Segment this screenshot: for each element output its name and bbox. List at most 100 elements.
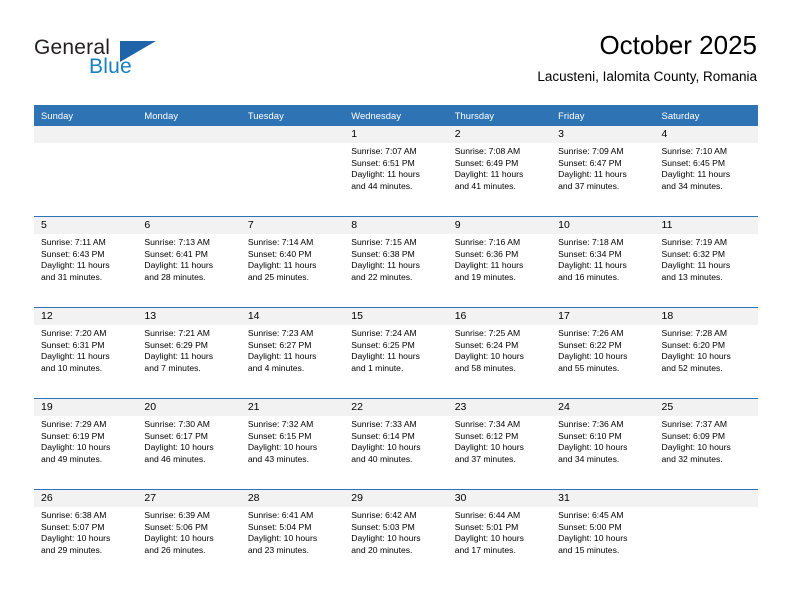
sunrise-time: Sunrise: 7:18 AM — [558, 237, 624, 247]
day-details: Sunrise: 7:33 AM Sunset: 6:14 PM Daylight:… — [344, 416, 447, 465]
day-number — [654, 490, 758, 507]
sunrise-time: Sunrise: 7:21 AM — [144, 328, 210, 338]
calendar-day-cell[interactable]: 22 Sunrise: 7:33 AM Sunset: 6:14 PM Dayligh… — [344, 398, 448, 490]
sunrise-time: Sunrise: 7:08 AM — [454, 146, 521, 156]
sunrise-time: Sunrise: 7:11 AM — [41, 237, 106, 247]
sunset-time: Sunset: 6:24 PM — [454, 339, 519, 350]
weekday-header-tuesday: Tuesday — [240, 105, 345, 126]
day-number — [240, 126, 345, 143]
calendar-day-cell[interactable]: 26 Sunrise: 6:38 AM Sunset: 5:07 PM Dayligh… — [34, 489, 138, 580]
logo-text-blue: Blue — [89, 55, 132, 78]
weekday-header-wednesday: Wednesday — [344, 105, 448, 126]
calendar-day-cell[interactable]: 27 Sunrise: 6:39 AM Sunset: 5:06 PM Dayligh… — [137, 489, 241, 580]
calendar-day-cell[interactable]: 23 Sunrise: 7:34 AM Sunset: 6:12 PM Dayligh… — [447, 398, 552, 490]
daylight-duration-line1: Daylight: 11 hours — [351, 169, 420, 180]
calendar-day-cell[interactable]: 18 Sunrise: 7:28 AM Sunset: 6:20 PM Dayligh… — [654, 307, 758, 399]
daylight-duration-line1: Daylight: 10 hours — [41, 442, 111, 453]
calendar-day-cell[interactable]: 3 Sunrise: 7:09 AM Sunset: 6:47 PM Daylight… — [551, 126, 655, 217]
daylight-duration-line1: Daylight: 11 hours — [351, 351, 420, 362]
daylight-duration-line2: and 20 minutes. — [351, 544, 413, 555]
day-details: Sunrise: 7:16 AM Sunset: 6:36 PM Daylight:… — [448, 234, 551, 283]
calendar-day-cell[interactable]: 9 Sunrise: 7:16 AM Sunset: 6:36 PM Daylight… — [447, 216, 552, 308]
daylight-duration-line2: and 41 minutes. — [454, 180, 516, 191]
daylight-duration-line2: and 1 minute. — [351, 362, 404, 373]
calendar-day-cell[interactable] — [34, 126, 138, 217]
calendar-day-cell[interactable] — [137, 126, 241, 217]
calendar-day-cell[interactable]: 2 Sunrise: 7:08 AM Sunset: 6:49 PM Daylight… — [447, 126, 552, 217]
day-cell: 15 Sunrise: 7:24 AM Sunset: 6:25 PM Dayligh… — [344, 308, 448, 398]
sunrise-time: Sunrise: 6:38 AM — [41, 510, 107, 520]
daylight-duration-line1: Daylight: 11 hours — [247, 351, 317, 362]
calendar-day-cell[interactable]: 21 Sunrise: 7:32 AM Sunset: 6:15 PM Dayligh… — [240, 398, 345, 490]
sunrise-time: Sunrise: 6:44 AM — [454, 510, 521, 520]
calendar-day-cell[interactable]: 8 Sunrise: 7:15 AM Sunset: 6:38 PM Daylight… — [344, 216, 448, 308]
day-number — [137, 126, 241, 143]
title-block: October 2025 Lacusteni, Ialomita County,… — [537, 30, 757, 85]
daylight-duration-line1: Daylight: 11 hours — [454, 169, 524, 180]
daylight-duration-line2: and 32 minutes. — [661, 453, 723, 464]
day-details: Sunrise: 7:36 AM Sunset: 6:10 PM Daylight:… — [551, 416, 654, 465]
day-details: Sunrise: 7:32 AM Sunset: 6:15 PM Daylight:… — [241, 416, 344, 465]
day-details: Sunrise: 6:45 AM Sunset: 5:00 PM Daylight:… — [551, 507, 654, 556]
calendar-week-row: 12 Sunrise: 7:20 AM Sunset: 6:31 PM Dayligh… — [34, 307, 758, 399]
sunset-time: Sunset: 5:06 PM — [144, 521, 208, 532]
calendar-day-cell[interactable] — [240, 126, 345, 217]
day-number: 8 — [344, 217, 448, 234]
sunrise-time: Sunrise: 7:29 AM — [41, 419, 107, 429]
day-number: 23 — [447, 399, 552, 416]
calendar-day-cell[interactable]: 13 Sunrise: 7:21 AM Sunset: 6:29 PM Dayligh… — [137, 307, 241, 399]
day-number: 4 — [654, 126, 758, 143]
weekday-header-friday: Friday — [551, 105, 655, 126]
calendar-day-cell[interactable]: 19 Sunrise: 7:29 AM Sunset: 6:19 PM Dayligh… — [34, 398, 138, 490]
sunset-time: Sunset: 6:15 PM — [247, 430, 312, 441]
daylight-duration-line2: and 17 minutes. — [454, 544, 516, 555]
sunrise-time: Sunrise: 7:33 AM — [351, 419, 417, 429]
day-number: 19 — [34, 399, 138, 416]
calendar-day-cell[interactable]: 28 Sunrise: 6:41 AM Sunset: 5:04 PM Dayligh… — [240, 489, 345, 580]
daylight-duration-line2: and 13 minutes. — [661, 271, 723, 282]
daylight-duration-line1: Daylight: 10 hours — [351, 533, 421, 544]
day-cell: 4 Sunrise: 7:10 AM Sunset: 6:45 PM Daylight… — [654, 126, 758, 216]
day-cell: 21 Sunrise: 7:32 AM Sunset: 6:15 PM Dayligh… — [240, 399, 345, 489]
calendar-day-cell[interactable]: 6 Sunrise: 7:13 AM Sunset: 6:41 PM Daylight… — [137, 216, 241, 308]
calendar-day-cell[interactable]: 5 Sunrise: 7:11 AM Sunset: 6:43 PM Daylight… — [34, 216, 138, 308]
day-cell: 10 Sunrise: 7:18 AM Sunset: 6:34 PM Dayligh… — [551, 217, 655, 307]
day-cell: 6 Sunrise: 7:13 AM Sunset: 6:41 PM Daylight… — [137, 217, 241, 307]
weekday-header-sunday: Sunday — [34, 105, 138, 126]
sunrise-time: Sunrise: 7:28 AM — [661, 328, 727, 338]
sunset-time: Sunset: 6:36 PM — [454, 248, 519, 259]
daylight-duration-line1: Daylight: 11 hours — [661, 169, 731, 180]
calendar-day-cell[interactable]: 30 Sunrise: 6:44 AM Sunset: 5:01 PM Dayligh… — [447, 489, 552, 580]
calendar-day-cell[interactable]: 15 Sunrise: 7:24 AM Sunset: 6:25 PM Dayligh… — [344, 307, 448, 399]
sunset-time: Sunset: 6:43 PM — [41, 248, 105, 259]
calendar-day-cell[interactable]: 31 Sunrise: 6:45 AM Sunset: 5:00 PM Dayligh… — [551, 489, 655, 580]
day-number: 14 — [240, 308, 345, 325]
calendar-day-cell[interactable]: 20 Sunrise: 7:30 AM Sunset: 6:17 PM Dayligh… — [137, 398, 241, 490]
day-cell: 24 Sunrise: 7:36 AM Sunset: 6:10 PM Dayligh… — [551, 399, 655, 489]
day-number: 18 — [654, 308, 758, 325]
calendar-day-cell[interactable] — [654, 489, 758, 580]
day-number: 15 — [344, 308, 448, 325]
page-subtitle-location: Lacusteni, Ialomita County, Romania — [537, 69, 757, 84]
daylight-duration-line1: Daylight: 11 hours — [454, 260, 524, 271]
calendar-day-cell[interactable]: 29 Sunrise: 6:42 AM Sunset: 5:03 PM Dayligh… — [344, 489, 448, 580]
calendar-day-cell[interactable]: 10 Sunrise: 7:18 AM Sunset: 6:34 PM Dayligh… — [551, 216, 655, 308]
day-details: Sunrise: 7:18 AM Sunset: 6:34 PM Daylight:… — [551, 234, 654, 283]
day-cell-empty — [654, 490, 758, 580]
calendar-day-cell[interactable]: 11 Sunrise: 7:19 AM Sunset: 6:32 PM Dayligh… — [654, 216, 758, 308]
daylight-duration-line2: and 55 minutes. — [558, 362, 620, 373]
day-details: Sunrise: 7:23 AM Sunset: 6:27 PM Daylight:… — [241, 325, 344, 374]
calendar-day-cell[interactable]: 1 Sunrise: 7:07 AM Sunset: 6:51 PM Daylight… — [344, 126, 448, 217]
calendar-day-cell[interactable]: 16 Sunrise: 7:25 AM Sunset: 6:24 PM Dayligh… — [447, 307, 552, 399]
sunset-time: Sunset: 5:04 PM — [247, 521, 312, 532]
calendar-day-cell[interactable]: 7 Sunrise: 7:14 AM Sunset: 6:40 PM Daylight… — [240, 216, 345, 308]
day-cell: 27 Sunrise: 6:39 AM Sunset: 5:06 PM Dayligh… — [137, 490, 241, 580]
calendar-day-cell[interactable]: 4 Sunrise: 7:10 AM Sunset: 6:45 PM Daylight… — [654, 126, 758, 217]
calendar-day-cell[interactable]: 25 Sunrise: 7:37 AM Sunset: 6:09 PM Dayligh… — [654, 398, 758, 490]
day-cell: 13 Sunrise: 7:21 AM Sunset: 6:29 PM Dayligh… — [137, 308, 241, 398]
calendar-day-cell[interactable]: 12 Sunrise: 7:20 AM Sunset: 6:31 PM Dayligh… — [34, 307, 138, 399]
calendar-day-cell[interactable]: 17 Sunrise: 7:26 AM Sunset: 6:22 PM Dayligh… — [551, 307, 655, 399]
calendar-day-cell[interactable]: 14 Sunrise: 7:23 AM Sunset: 6:27 PM Dayligh… — [240, 307, 345, 399]
calendar-day-cell[interactable]: 24 Sunrise: 7:36 AM Sunset: 6:10 PM Dayligh… — [551, 398, 655, 490]
daylight-duration-line2: and 31 minutes. — [41, 271, 103, 282]
